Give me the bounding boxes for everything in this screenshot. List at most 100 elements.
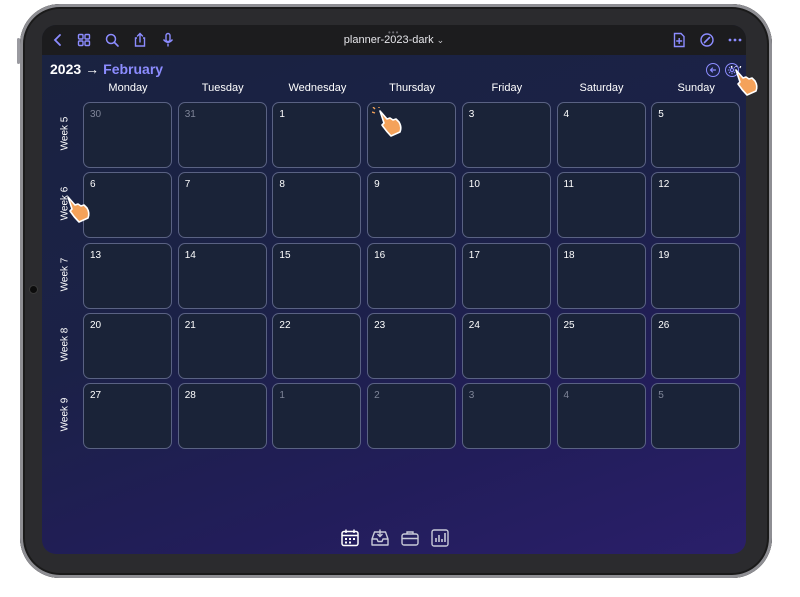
day-cell[interactable]: 10 [461, 172, 551, 239]
day-number: 9 [374, 179, 380, 191]
day-cell[interactable]: 11 [556, 172, 646, 239]
day-number: 17 [468, 249, 480, 261]
day-number: 13 [90, 249, 102, 261]
day-number: 7 [184, 179, 191, 191]
day-cell[interactable]: 23 [367, 312, 457, 379]
day-number: 14 [184, 249, 196, 261]
breadcrumb-month[interactable]: February [103, 61, 163, 77]
day-cell[interactable]: 30 [83, 102, 172, 168]
weekday-header: Saturday [579, 82, 624, 94]
day-cell[interactable]: 17 [461, 242, 551, 309]
day-number: 5 [658, 390, 664, 402]
day-number: 19 [658, 249, 670, 261]
document-title-text: planner-2023-dark [343, 34, 434, 46]
day-cell[interactable]: 3 [461, 102, 551, 168]
side-button [17, 38, 20, 64]
day-cell[interactable]: 6 [83, 172, 172, 239]
day-cell[interactable]: 15 [272, 242, 362, 309]
weekday-header: Monday [108, 82, 148, 94]
day-number: 28 [184, 390, 196, 402]
day-number: 26 [658, 319, 670, 331]
briefcase-icon[interactable] [400, 528, 420, 548]
day-cell[interactable]: 13 [83, 242, 172, 309]
day-number: 6 [90, 179, 96, 191]
day-number: 21 [184, 319, 196, 331]
day-number: 10 [468, 179, 480, 191]
chart-icon[interactable] [430, 528, 450, 548]
weekday-header: Wednesday [288, 82, 347, 94]
day-cell[interactable]: 5 [651, 102, 741, 168]
breadcrumb-arrow: → [85, 61, 100, 77]
tap-hand-icon [60, 193, 94, 227]
day-cell[interactable]: 7 [177, 172, 267, 239]
day-number: 15 [279, 249, 291, 261]
day-cell[interactable]: 2 [367, 383, 457, 450]
day-number: 25 [563, 319, 575, 331]
day-number: 3 [468, 109, 475, 120]
top-toolbar: ••• planner-2023-dark ⌄ [42, 25, 746, 55]
weekday-header: Tuesday [201, 82, 244, 94]
day-cell[interactable]: 1 [272, 383, 362, 450]
day-number: 12 [658, 179, 670, 191]
day-number: 8 [279, 179, 285, 191]
week-label[interactable]: Week 8 [60, 319, 71, 369]
day-number: 3 [468, 390, 475, 402]
app-screen: ••• planner-2023-dark ⌄ 2023 → February … [42, 25, 746, 554]
day-number: 31 [184, 109, 196, 120]
day-number: 24 [468, 319, 480, 331]
day-number: 16 [374, 249, 386, 261]
day-number: 18 [563, 249, 575, 261]
day-cell[interactable]: 26 [651, 312, 741, 379]
day-number: 22 [279, 319, 291, 331]
day-number: 23 [374, 319, 386, 331]
breadcrumb-year[interactable]: 2023 [50, 61, 81, 77]
day-number: 1 [279, 390, 285, 402]
day-cell[interactable]: 1 [272, 102, 362, 168]
day-cell[interactable]: 12 [651, 172, 741, 239]
day-cell[interactable]: 20 [83, 312, 172, 379]
day-cell[interactable]: 19 [651, 242, 741, 309]
front-camera [30, 286, 37, 293]
add-page-icon[interactable] [671, 32, 687, 48]
day-cell[interactable]: 16 [367, 242, 457, 309]
calendar-icon[interactable] [340, 528, 360, 548]
pen-icon[interactable] [699, 32, 715, 48]
more-icon[interactable] [727, 32, 743, 48]
day-cell[interactable]: 4 [556, 383, 646, 450]
week-label[interactable]: Week 9 [60, 390, 71, 440]
day-number: 2 [374, 390, 380, 402]
day-cell[interactable]: 8 [272, 172, 362, 239]
inbox-icon[interactable] [370, 528, 390, 548]
day-cell[interactable]: 14 [177, 242, 267, 309]
week-label[interactable]: Week 7 [60, 249, 71, 299]
title-chevron-icon: ⌄ [436, 35, 445, 45]
day-cell[interactable]: 31 [177, 102, 267, 168]
day-cell[interactable]: 4 [556, 102, 646, 168]
day-cell[interactable]: 5 [651, 383, 741, 450]
day-cell[interactable]: 22 [272, 312, 362, 379]
week-label[interactable]: Week 5 [60, 109, 71, 159]
tap-hand-icon [728, 66, 762, 100]
day-number: 4 [563, 109, 570, 120]
day-cell[interactable]: 25 [556, 312, 646, 379]
day-number: 5 [658, 109, 664, 120]
weekday-header: Thursday [389, 82, 436, 94]
day-number: 4 [563, 390, 570, 402]
day-cell[interactable]: 9 [367, 172, 457, 239]
day-cell[interactable]: 27 [83, 383, 172, 450]
day-cell[interactable]: 18 [556, 242, 646, 309]
weekday-header: Friday [491, 82, 523, 94]
day-number: 20 [90, 319, 102, 331]
breadcrumb: 2023 → February [50, 61, 163, 77]
day-number: 27 [90, 390, 102, 402]
day-cell[interactable]: 28 [177, 383, 267, 450]
day-number: 30 [90, 109, 102, 120]
day-cell[interactable]: 21 [177, 312, 267, 379]
tap-hand-icon [372, 107, 406, 141]
day-cell[interactable]: 3 [461, 383, 551, 450]
day-cell[interactable]: 24 [461, 312, 551, 379]
back-arrow-circle-icon[interactable] [706, 63, 720, 77]
day-number: 1 [279, 109, 285, 120]
day-number: 11 [563, 179, 574, 191]
document-title[interactable]: planner-2023-dark ⌄ [42, 34, 746, 46]
